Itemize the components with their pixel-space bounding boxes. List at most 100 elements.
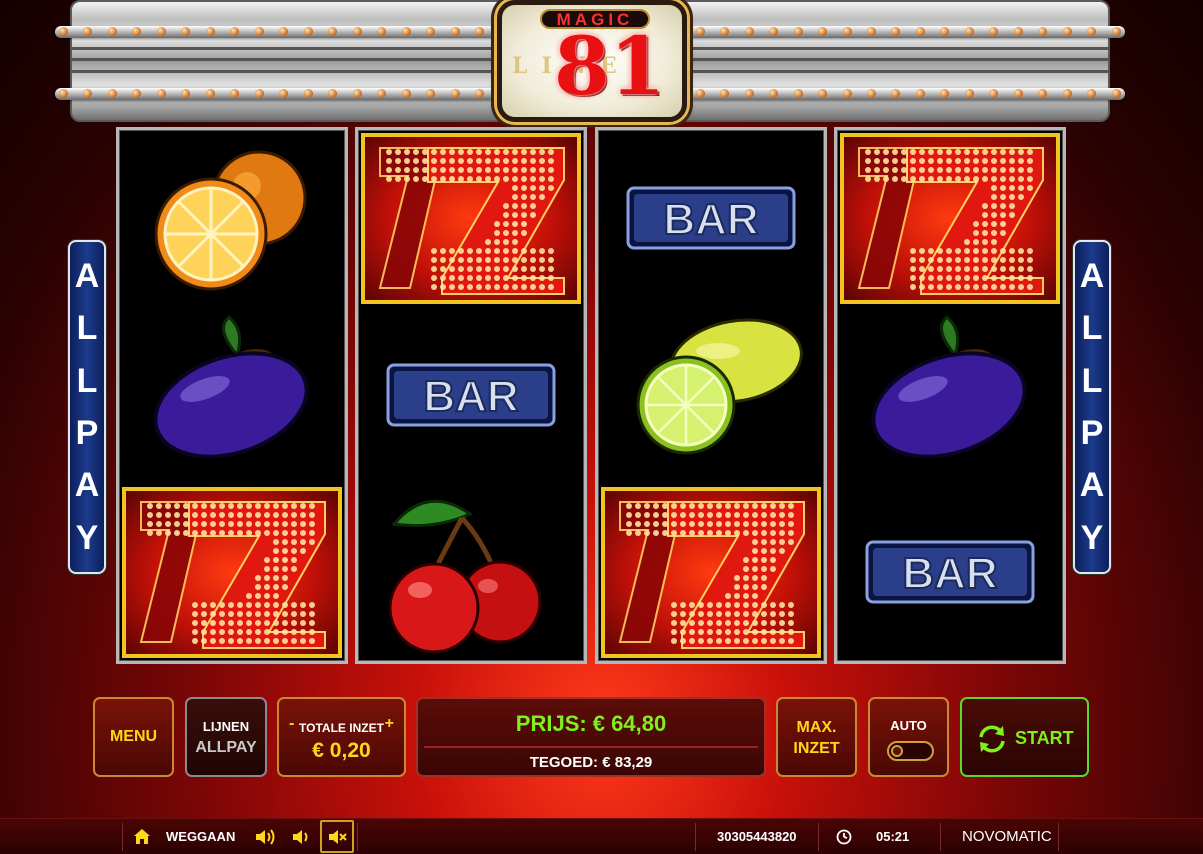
header-bulb	[59, 89, 68, 98]
header-bulb	[793, 89, 803, 98]
header-bulb	[132, 27, 142, 36]
header-bulb	[450, 89, 460, 98]
bar-text: BAR	[423, 372, 518, 421]
header-bulb	[1013, 27, 1023, 36]
header-bulb	[59, 27, 68, 36]
header-bulb	[156, 27, 166, 36]
seven-symbol	[598, 484, 824, 661]
header-bulb	[989, 27, 999, 36]
clock-time: 05:21	[876, 829, 910, 844]
header-bulb	[1087, 89, 1097, 98]
header-bulb	[940, 27, 950, 36]
header-bulb	[205, 89, 215, 98]
bottom-separator	[940, 823, 941, 851]
allpay-letter: L	[1081, 309, 1103, 348]
header-bulb	[303, 27, 313, 36]
plum-symbol	[837, 307, 1063, 484]
header-bulb	[1087, 27, 1097, 36]
header-bulb	[352, 89, 362, 98]
header-bulb	[181, 89, 191, 98]
header-bulb	[254, 89, 264, 98]
header-bulb	[426, 27, 436, 36]
credit-text: TEGOED: € 83,29	[529, 754, 653, 771]
allpay-letter: A	[1079, 257, 1105, 296]
sound-low-button[interactable]	[292, 819, 312, 854]
allpay-letter: P	[75, 414, 99, 453]
game-logo: LINES MAGIC 81	[497, 0, 687, 122]
mute-button[interactable]	[320, 820, 354, 853]
header-bulb	[303, 89, 313, 98]
lines-label: LIJNEN	[202, 719, 250, 734]
reel-1	[116, 127, 348, 664]
bottom-separator	[1058, 823, 1059, 851]
header-bulb	[1111, 89, 1121, 98]
bar-symbol: BAR	[598, 130, 824, 307]
bottom-separator	[122, 823, 123, 851]
header-bulb	[377, 89, 387, 98]
seven-symbol	[837, 130, 1063, 307]
header-bulb	[769, 27, 779, 36]
sound-high-button[interactable]	[255, 819, 279, 854]
bet-increase-button[interactable]: +	[385, 715, 394, 733]
header-bulb	[964, 89, 974, 98]
menu-button[interactable]: MENU	[93, 697, 174, 777]
header-bulb	[891, 89, 901, 98]
header-bulb	[205, 27, 215, 36]
header-bulb	[401, 27, 411, 36]
lines-button[interactable]: LIJNEN ALLPAY	[185, 697, 267, 777]
header-bulb	[475, 27, 485, 36]
header-bulb	[793, 27, 803, 36]
allpay-letter: Y	[1080, 518, 1104, 557]
total-bet-control: - TOTALE INZET + € 0,20	[277, 697, 406, 777]
session-id: 30305443820	[717, 829, 797, 844]
autoplay-button[interactable]: AUTO	[868, 697, 949, 777]
header-bulb	[818, 27, 828, 36]
max-bet-button[interactable]: MAX. INZET	[776, 697, 857, 777]
lines-value: ALLPAY	[195, 739, 257, 756]
reel-3: BAR	[595, 127, 827, 664]
header-bulb	[769, 89, 779, 98]
header-bulb	[1062, 27, 1072, 36]
header-bulb	[279, 27, 289, 36]
header-bulb	[328, 27, 338, 36]
header-bulb	[744, 27, 754, 36]
home-icon	[134, 829, 150, 844]
orange-symbol	[119, 130, 345, 307]
header-bulb	[230, 89, 240, 98]
autoplay-toggle[interactable]	[887, 741, 934, 761]
allpay-panel-right: ALLPAY	[1073, 240, 1111, 574]
bar-text: BAR	[663, 195, 758, 244]
allpay-letter: L	[76, 309, 98, 348]
header-bulb	[866, 27, 876, 36]
header-bulb	[475, 89, 485, 98]
header-bulb	[450, 27, 460, 36]
reels-area: BAR BAR BAR	[116, 127, 1066, 664]
header-bulb	[107, 89, 117, 98]
brand-logo: NOVOMATIC	[962, 828, 1052, 845]
header-bulb	[377, 27, 387, 36]
bottom-separator	[357, 823, 358, 851]
header-bulb	[230, 27, 240, 36]
header-bulb	[1038, 27, 1048, 36]
allpay-letter: A	[74, 257, 100, 296]
bottom-bar: WEGGAAN 30305443820 05:21 NOVOMATIC	[0, 818, 1203, 854]
header-bulb	[842, 89, 852, 98]
header-bulb	[83, 89, 93, 98]
win-info-panel: PRIJS: € 64,80 TEGOED: € 83,29	[416, 697, 766, 777]
speaker-icon	[293, 830, 308, 844]
lemon-symbol	[598, 307, 824, 484]
menu-button-label: MENU	[109, 728, 158, 745]
exit-button[interactable]: WEGGAAN	[133, 819, 251, 854]
header-bulb	[915, 27, 925, 36]
header-bulb	[83, 27, 93, 36]
header-bulb	[1062, 89, 1072, 98]
start-button[interactable]: START	[960, 697, 1089, 777]
game-header: LINES MAGIC 81	[55, 0, 1125, 122]
header-bulb	[156, 89, 166, 98]
header-bulb	[1111, 27, 1121, 36]
seven-symbol	[358, 130, 584, 307]
max-bet-label-line2: INZET	[793, 740, 840, 757]
reel-2: BAR	[355, 127, 587, 664]
header-bulb	[426, 89, 436, 98]
speaker-loud-icon	[256, 829, 275, 845]
